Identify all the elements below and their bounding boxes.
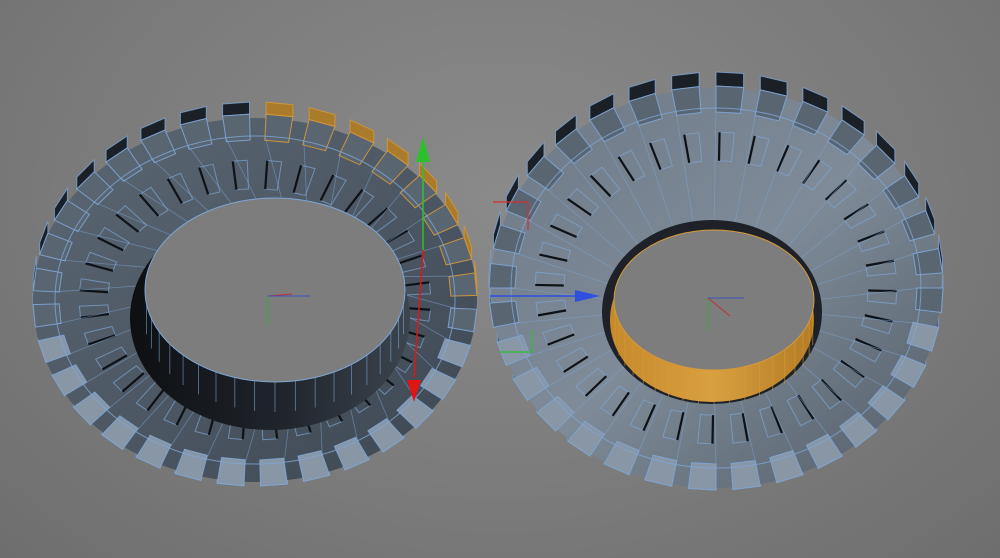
gear-right-hole [602,220,822,404]
3d-viewport[interactable] [0,0,1000,558]
gear-slot-groove [535,283,564,287]
gear-right[interactable] [488,71,944,491]
gear-left[interactable] [32,101,478,487]
y-axis-handle[interactable] [416,137,430,162]
gear-slot-groove [711,415,715,444]
viewport-scene[interactable] [0,0,1000,558]
gear-tooth-top [715,71,745,89]
gear-slot-groove [717,132,721,161]
